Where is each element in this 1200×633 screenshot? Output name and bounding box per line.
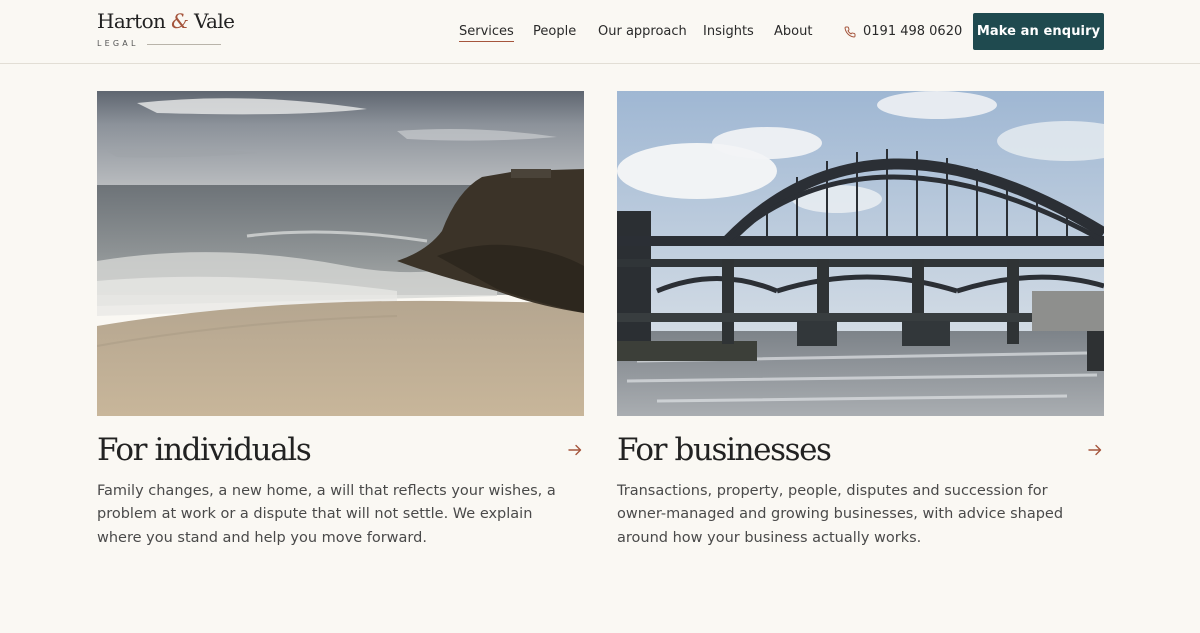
card-individuals-title: For individuals [97,432,312,468]
card-businesses[interactable]: For businesses Transactions, property, p… [617,91,1104,561]
nav-insights[interactable]: Insights [703,23,754,40]
nav-people[interactable]: People [533,23,576,40]
card-individuals-image [97,91,584,416]
nav-services[interactable]: Services [459,23,514,42]
arrow-right-icon[interactable] [1088,444,1102,456]
card-businesses-title: For businesses [617,432,832,468]
card-individuals[interactable]: For individuals Family changes, a new ho… [97,91,584,561]
card-businesses-description: Transactions, property, people, disputes… [617,483,1064,546]
river-bridge-photo [617,91,1104,416]
nav-our-approach[interactable]: Our approach [598,23,687,40]
nav-about[interactable]: About [774,23,812,40]
phone-link[interactable]: 0191 498 0620 [844,23,962,40]
beach-cliff-photo [97,91,584,416]
brand-logo[interactable]: Harton & Vale LEGAL [97,9,235,51]
site-header: Harton & Vale LEGAL Services People Our … [0,0,1200,64]
card-individuals-description: Family changes, a new home, a will that … [97,483,556,546]
phone-icon [844,25,856,37]
make-enquiry-button[interactable]: Make an enquiry [973,13,1104,50]
brand-name: Harton & Vale [97,9,235,33]
arrow-right-icon[interactable] [568,444,582,456]
phone-number: 0191 498 0620 [863,24,963,39]
card-businesses-image [617,91,1104,416]
brand-rule [147,44,221,45]
brand-subtitle: LEGAL [97,39,139,48]
